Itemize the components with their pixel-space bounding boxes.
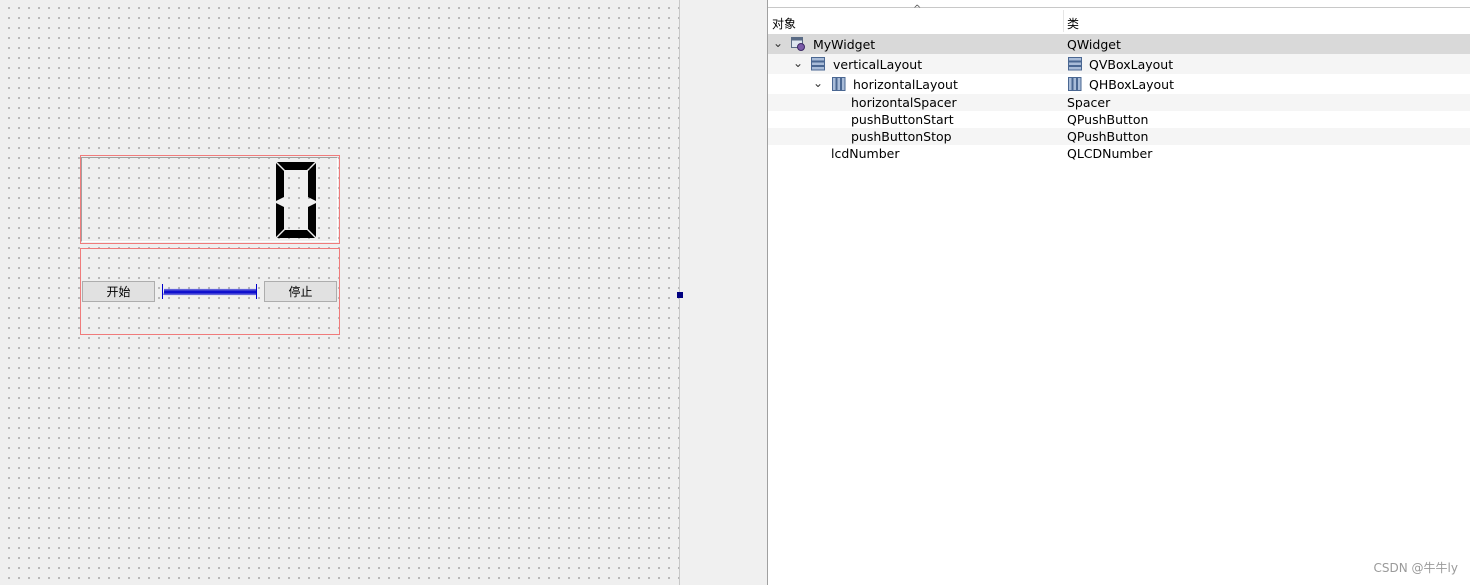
tree-row-lcdnumber[interactable]: lcdNumber QLCDNumber (768, 145, 1470, 162)
column-separator[interactable] (1063, 10, 1064, 32)
tree-item-name: verticalLayout (833, 57, 923, 72)
tree-item-name: horizontalSpacer (851, 95, 957, 110)
tree-row-horizontallayout[interactable]: ⌄ horizontalLayout QHBoxLayout (768, 74, 1470, 94)
resize-handle[interactable] (677, 292, 683, 298)
inspector-top-border (768, 0, 1470, 8)
watermark: CSDN @牛牛ly (1373, 561, 1458, 575)
tree-item-name: lcdNumber (831, 146, 900, 161)
column-header-class[interactable]: 类 (1067, 15, 1079, 32)
start-button[interactable]: 开始 (82, 281, 155, 302)
chevron-down-icon[interactable]: ⌄ (773, 36, 783, 50)
chevron-down-icon[interactable]: ⌄ (813, 76, 823, 90)
horizontal-spacer[interactable] (161, 283, 258, 300)
tree-item-class: QPushButton (1067, 129, 1149, 144)
tree-item-class: Spacer (1067, 95, 1111, 110)
tree-row-pushbuttonstart[interactable]: pushButtonStart QPushButton (768, 111, 1470, 128)
tree-item-name: pushButtonStart (851, 112, 954, 127)
column-header-object[interactable]: 对象 (772, 15, 796, 32)
hbox-layout-icon (1068, 77, 1082, 91)
sort-ascending-icon: ^ (913, 4, 922, 15)
lcd-digit-zero (276, 162, 316, 238)
tree-row-horizontalspacer[interactable]: horizontalSpacer Spacer (768, 94, 1470, 111)
tree-row-verticallayout[interactable]: ⌄ verticalLayout QVBoxLayout (768, 54, 1470, 74)
tree-row-mywidget[interactable]: ⌄ MyWidget QWidget (768, 34, 1470, 54)
hbox-layout-icon (832, 77, 846, 91)
tree-item-class: QPushButton (1067, 112, 1149, 127)
tree-item-class: QWidget (1067, 37, 1121, 52)
object-inspector: ^ 对象 类 ⌄ MyWidget QWidget ⌄ verticalLayo… (767, 0, 1470, 585)
vbox-layout-icon (811, 57, 825, 71)
stop-button[interactable]: 停止 (264, 281, 337, 302)
tree-item-class: QHBoxLayout (1089, 77, 1174, 92)
tree-item-name: horizontalLayout (853, 77, 958, 92)
tree-row-pushbuttonstop[interactable]: pushButtonStop QPushButton (768, 128, 1470, 145)
tree-item-class: QVBoxLayout (1089, 57, 1174, 72)
chevron-down-icon[interactable]: ⌄ (793, 56, 803, 70)
widget-icon (791, 37, 805, 51)
vbox-layout-icon (1068, 57, 1082, 71)
tree-item-class: QLCDNumber (1067, 146, 1153, 161)
tree-item-name: pushButtonStop (851, 129, 952, 144)
tree-item-name: MyWidget (813, 37, 876, 52)
inspector-header: ^ 对象 类 (768, 4, 1470, 34)
